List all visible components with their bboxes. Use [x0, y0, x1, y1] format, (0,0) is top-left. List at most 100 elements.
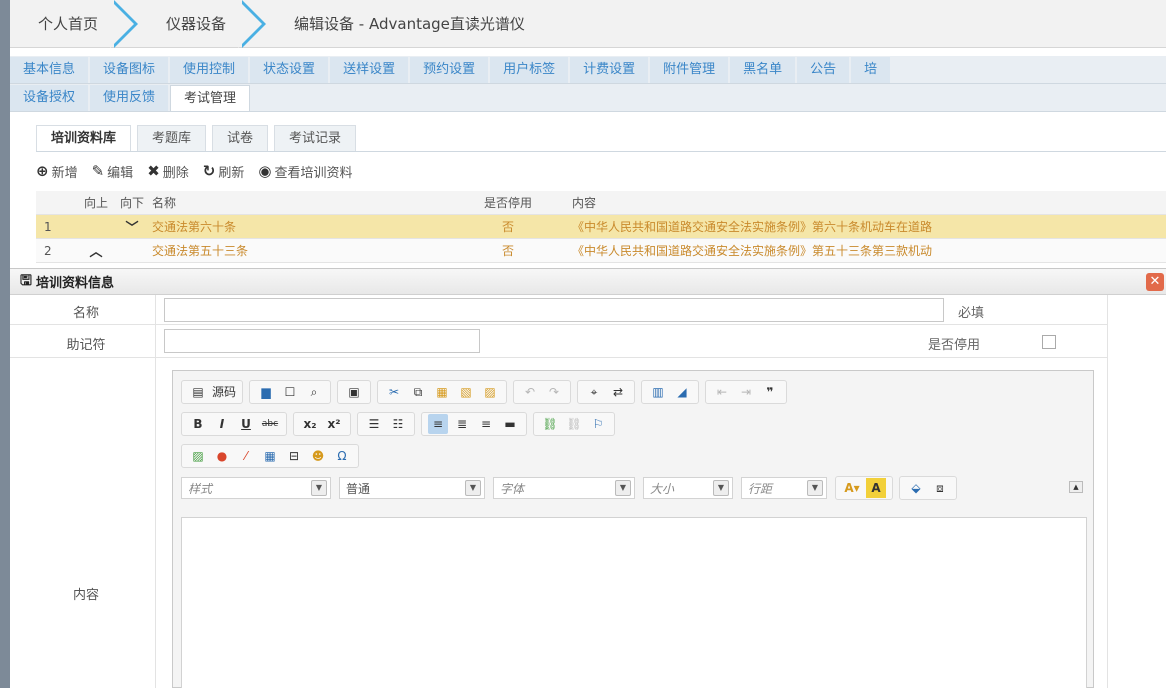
preview-icon[interactable]: ⌕ [304, 382, 324, 402]
find-icon[interactable]: ⌖ [584, 382, 604, 402]
flash-icon[interactable]: ● [212, 446, 232, 466]
chevron-down-icon: ▼ [465, 480, 481, 496]
redo-icon[interactable]: ↷ [544, 382, 564, 402]
view-training-button[interactable]: ◉ 查看培训资料 [258, 162, 352, 181]
tab-blacklist[interactable]: 黑名单 [730, 57, 796, 83]
move-up-button[interactable]: ︿ [76, 241, 116, 260]
size-combo[interactable]: 大小 ▼ [643, 477, 733, 499]
smiley-icon[interactable]: ☻ [308, 446, 328, 466]
replace-icon[interactable]: ⇄ [608, 382, 628, 402]
font-combo-label: 字体 [500, 481, 525, 496]
lineheight-combo[interactable]: 行距 ▼ [741, 477, 827, 499]
text-color-icon[interactable]: A▾ [842, 478, 862, 498]
tab-user-tags[interactable]: 用户标签 [490, 57, 569, 83]
close-icon[interactable]: ✕ [1146, 273, 1164, 291]
numbered-list-icon[interactable]: ☰ [364, 414, 384, 434]
add-button[interactable]: ⊕ 新增 [36, 162, 78, 181]
subscript-icon[interactable]: x₂ [300, 414, 320, 434]
special-char-icon[interactable]: Ω [332, 446, 352, 466]
editor-group: A▾ A [835, 476, 893, 500]
header-move-up[interactable]: 向上 [76, 194, 116, 211]
tab-training[interactable]: 培 [851, 57, 891, 83]
cut-icon[interactable]: ✂ [384, 382, 404, 402]
header-move-down[interactable]: 向下 [116, 194, 148, 211]
breadcrumb-home[interactable]: 个人首页 [10, 0, 114, 48]
mnemonic-input[interactable] [164, 329, 480, 353]
tab-usage-feedback[interactable]: 使用反馈 [90, 85, 169, 111]
table-row[interactable]: 2 ︿ 交通法第五十三条 否 《中华人民共和国道路交通安全法实施条例》第五十三条… [36, 239, 1166, 263]
bulleted-list-icon[interactable]: ☷ [388, 414, 408, 434]
disabled-checkbox[interactable] [1042, 335, 1056, 349]
show-blocks-icon[interactable]: ⧈ [930, 478, 950, 498]
editor-content-area[interactable] [181, 517, 1087, 688]
font-combo[interactable]: 字体 ▼ [493, 477, 635, 499]
anchor-flag-icon[interactable]: ⚐ [588, 414, 608, 434]
tab-exam-paper[interactable]: 试卷 [212, 125, 269, 151]
header-name[interactable]: 名称 [148, 194, 460, 211]
bold-icon[interactable]: B [188, 414, 208, 434]
tab-question-bank[interactable]: 考题库 [137, 125, 207, 151]
editor-group: ▣ [337, 380, 372, 404]
paste-icon[interactable]: ▦ [432, 382, 452, 402]
tab-device-icon[interactable]: 设备图标 [90, 57, 169, 83]
name-input[interactable] [164, 298, 944, 322]
link-icon[interactable]: ⛓ [540, 414, 560, 434]
paste-word-icon[interactable]: ▨ [480, 382, 500, 402]
table-icon[interactable]: ▦ [260, 446, 280, 466]
editor-toolbar-row4: 样式 ▼ 普通 ▼ 字体 ▼ 大小 ▼ 行距 ▼ A▾ A ⬙ ⧈ [181, 475, 963, 501]
style-combo[interactable]: 样式 ▼ [181, 477, 331, 499]
plus-circle-icon: ⊕ [36, 162, 49, 180]
underline-icon[interactable]: U [236, 414, 256, 434]
background-color-icon[interactable]: A [866, 478, 886, 498]
tab-device-authorization[interactable]: 设备授权 [10, 85, 89, 111]
save-icon[interactable]: ▆ [256, 382, 276, 402]
exam-subtabs: 培训资料库 考题库 试卷 考试记录 [36, 122, 1166, 152]
align-right-icon[interactable]: ≡ [476, 414, 496, 434]
new-page-icon[interactable]: ☐ [280, 382, 300, 402]
outdent-icon[interactable]: ⇤ [712, 382, 732, 402]
tab-exam-records[interactable]: 考试记录 [274, 125, 357, 151]
row-number: 1 [44, 219, 52, 234]
align-left-icon[interactable]: ≡ [428, 414, 448, 434]
tab-status-settings[interactable]: 状态设置 [250, 57, 329, 83]
tab-training-library[interactable]: 培训资料库 [36, 125, 132, 151]
source-button[interactable]: 源码 [212, 382, 236, 402]
superscript-icon[interactable]: x² [324, 414, 344, 434]
eraser-icon[interactable]: ◢ [672, 382, 692, 402]
collapse-toolbar-icon[interactable]: ▲ [1069, 481, 1083, 493]
italic-icon[interactable]: I [212, 414, 232, 434]
edit-button[interactable]: ✎ 编辑 [92, 162, 134, 181]
select-all-icon[interactable]: ▥ [648, 382, 668, 402]
table-row[interactable]: 1 ﹀ 交通法第六十条 否 《中华人民共和国道路交通安全法实施条例》第六十条机动… [36, 215, 1166, 239]
pencil-icon: ✎ [91, 162, 105, 180]
blockquote-icon[interactable]: ❞ [760, 382, 780, 402]
maximize-icon[interactable]: ⬙ [906, 478, 926, 498]
paste-text-icon[interactable]: ▧ [456, 382, 476, 402]
tab-announcement[interactable]: 公告 [797, 57, 850, 83]
tab-attachments[interactable]: 附件管理 [650, 57, 729, 83]
unlink-icon[interactable]: ⛓ [564, 414, 584, 434]
tab-booking-settings[interactable]: 预约设置 [410, 57, 489, 83]
indent-icon[interactable]: ⇥ [736, 382, 756, 402]
copy-icon[interactable]: ⧉ [408, 382, 428, 402]
strikethrough-icon[interactable]: abc [260, 414, 280, 434]
tab-usage-control[interactable]: 使用控制 [170, 57, 249, 83]
align-justify-icon[interactable]: ▬ [500, 414, 520, 434]
delete-button[interactable]: ✖ 删除 [147, 162, 189, 181]
format-combo[interactable]: 普通 ▼ [339, 477, 485, 499]
header-content[interactable]: 内容 [556, 194, 1166, 211]
templates-icon[interactable]: ▣ [344, 382, 364, 402]
horizontal-line-icon[interactable]: ⁄ [236, 446, 256, 466]
undo-icon[interactable]: ↶ [520, 382, 540, 402]
image-icon[interactable]: ▨ [188, 446, 208, 466]
align-center-icon[interactable]: ≣ [452, 414, 472, 434]
tab-billing-settings[interactable]: 计费设置 [570, 57, 649, 83]
hr-icon[interactable]: ⊟ [284, 446, 304, 466]
move-down-button[interactable]: ﹀ [116, 217, 148, 236]
tab-sample-settings[interactable]: 送样设置 [330, 57, 409, 83]
refresh-button[interactable]: ↻ 刷新 [203, 162, 245, 181]
tab-exam-management[interactable]: 考试管理 [170, 85, 251, 111]
tab-basic-info[interactable]: 基本信息 [10, 57, 89, 83]
header-disabled[interactable]: 是否停用 [460, 194, 556, 211]
breadcrumb-instruments[interactable]: 仪器设备 [138, 0, 242, 48]
